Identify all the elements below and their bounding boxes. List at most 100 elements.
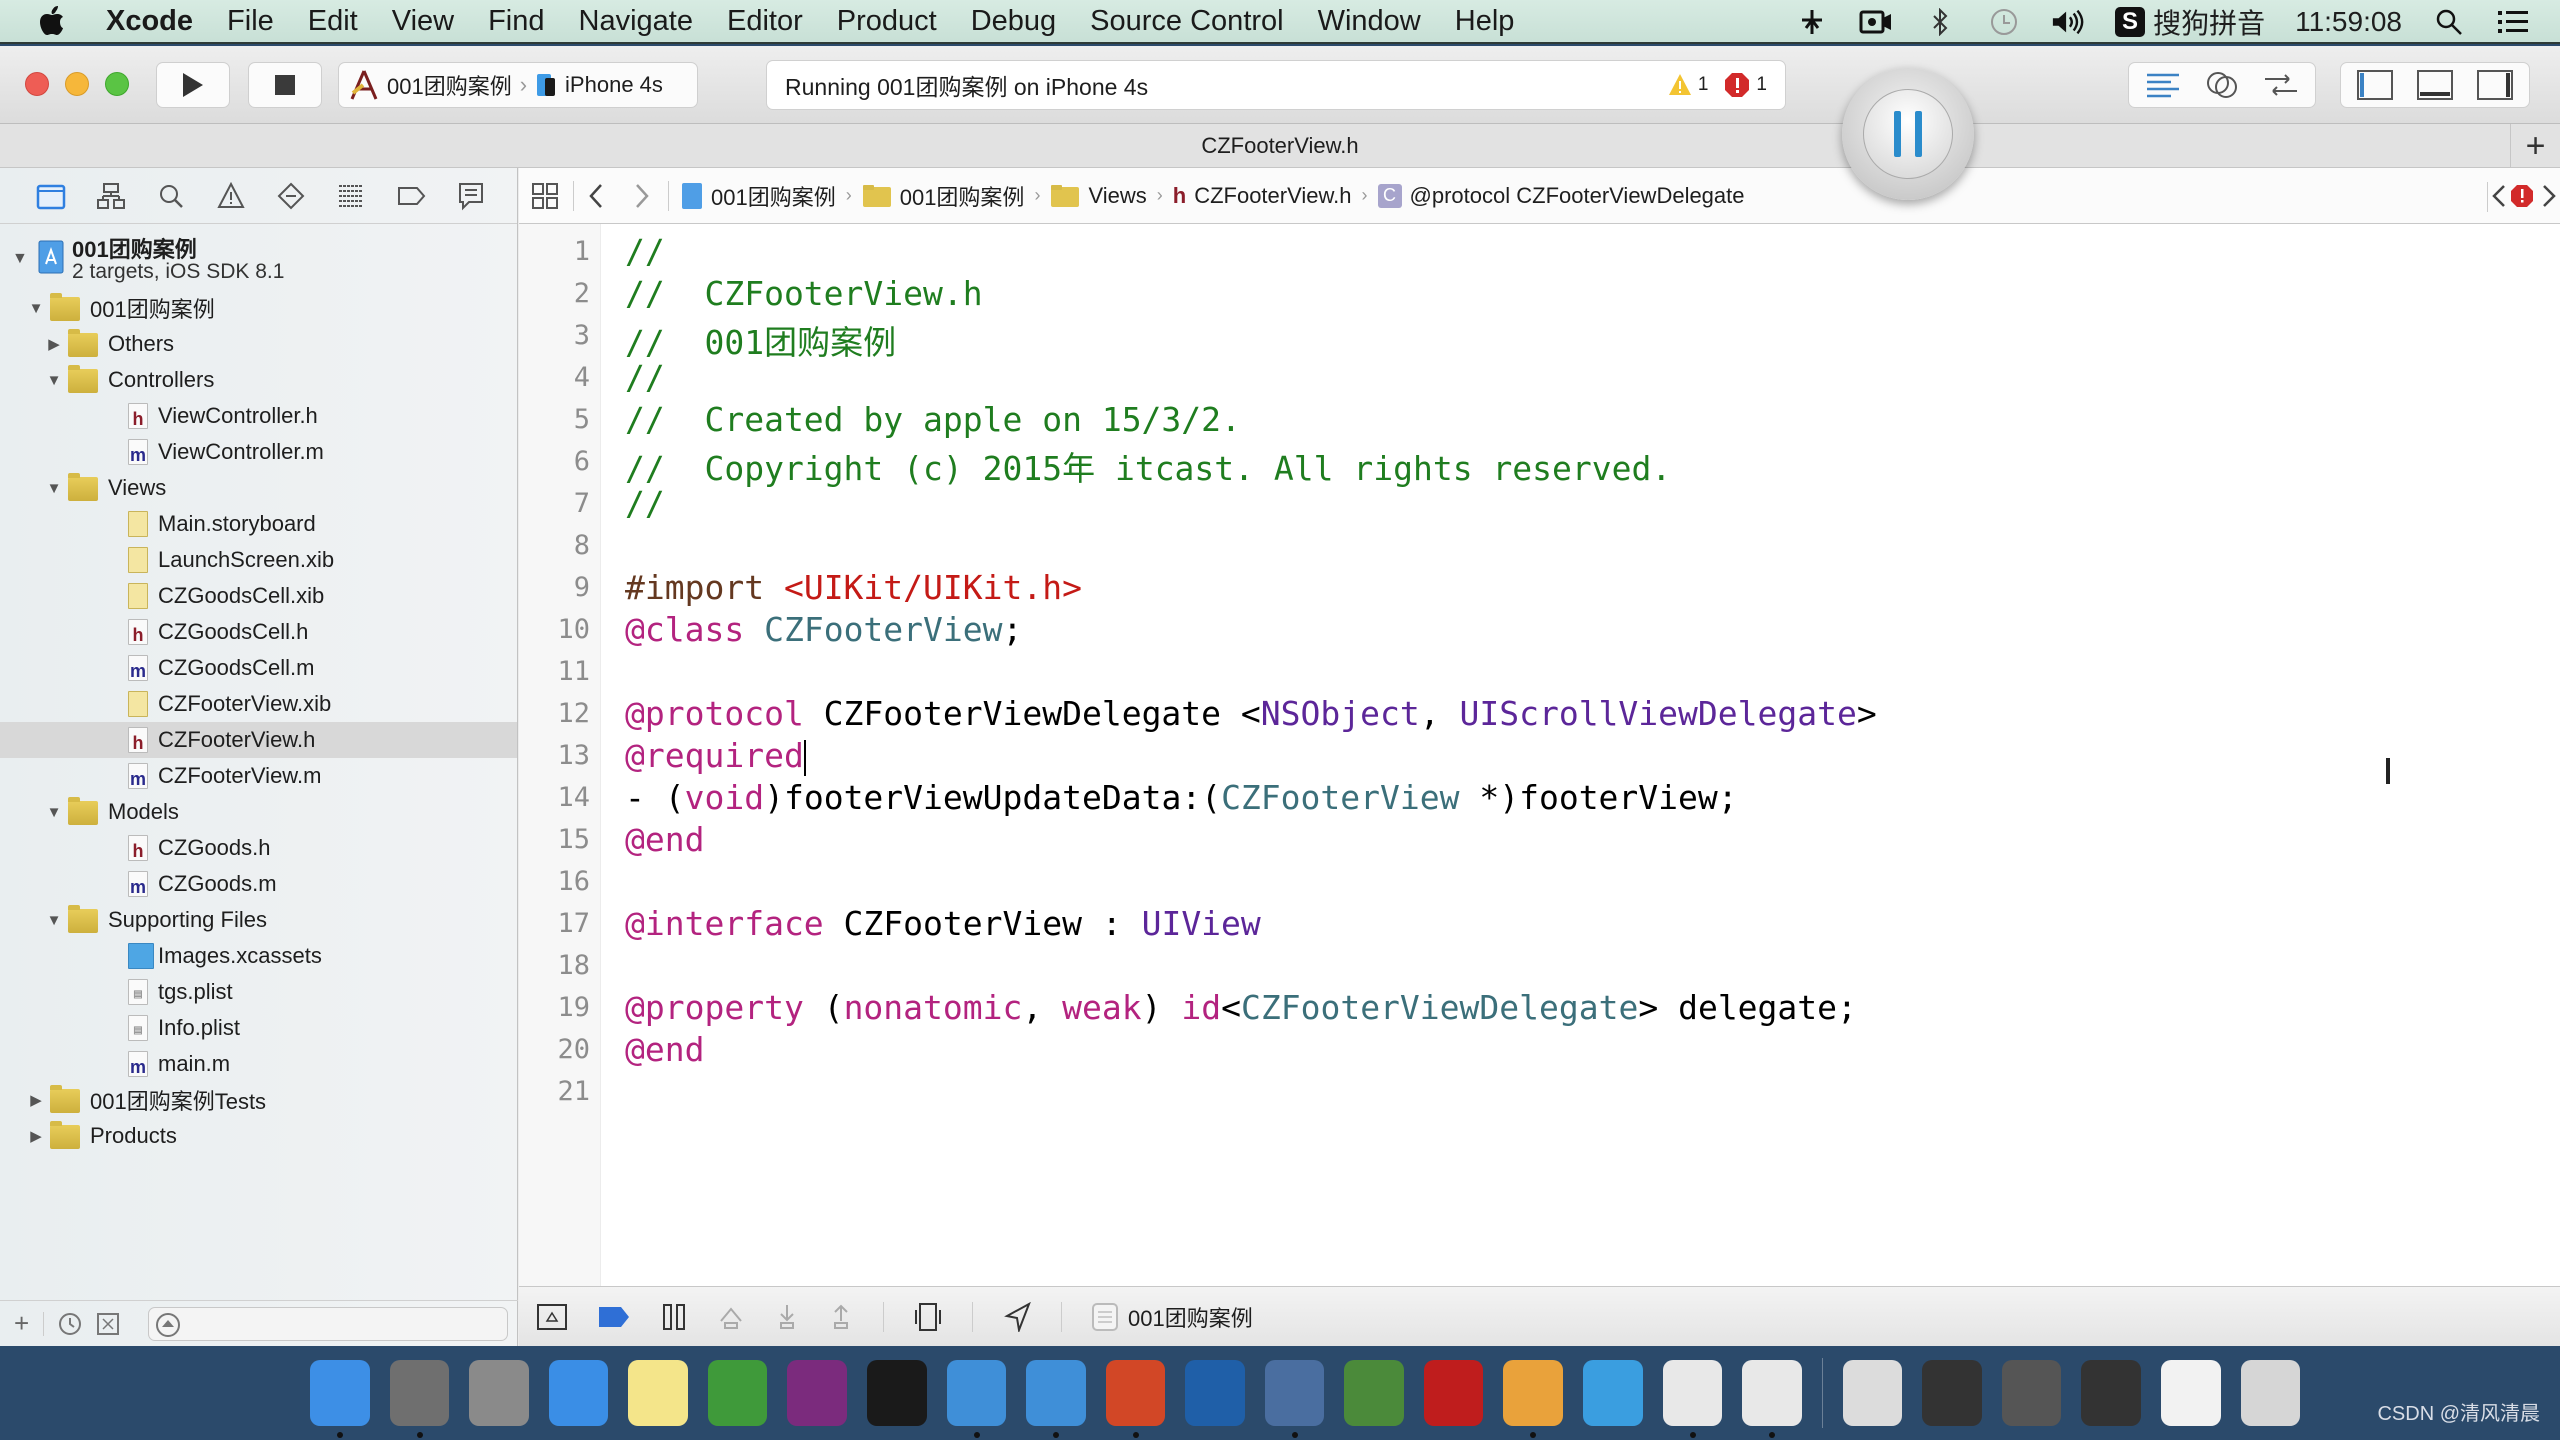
code-line[interactable]: @required xyxy=(625,736,806,776)
breakpoints-toggle-icon[interactable] xyxy=(597,1305,631,1329)
navigator-file-row[interactable]: m CZFooterView.m xyxy=(0,758,517,794)
next-issue-icon[interactable] xyxy=(2542,184,2556,208)
dock-app-launchpad-icon[interactable] xyxy=(469,1360,529,1426)
navigator-file-row[interactable]: m CZGoods.m xyxy=(0,866,517,902)
clock[interactable]: 11:59:08 xyxy=(2295,6,2402,38)
dock-app-xcode-icon[interactable] xyxy=(946,1360,1007,1438)
disclosure-triangle-closed-icon[interactable]: ▶ xyxy=(28,1092,44,1109)
code-line[interactable]: @end xyxy=(625,1030,704,1069)
dock-app-minimized-window-4-icon[interactable] xyxy=(2081,1360,2141,1426)
previous-issue-icon[interactable] xyxy=(2492,184,2506,208)
menu-product[interactable]: Product xyxy=(837,5,937,38)
menu-window[interactable]: Window xyxy=(1318,5,1421,38)
bluetooth-icon[interactable] xyxy=(1923,7,1957,37)
navigator-file-row[interactable]: ▤ Info.plist xyxy=(0,1010,517,1046)
dock-app-notes-icon[interactable] xyxy=(628,1360,688,1426)
breakpoint-navigator-tab-icon[interactable] xyxy=(394,179,428,213)
standard-editor-icon[interactable] xyxy=(2145,71,2181,99)
find-navigator-tab-icon[interactable] xyxy=(154,179,188,213)
code-line[interactable]: // Copyright (c) 2015年 itcast. All right… xyxy=(625,442,1671,490)
run-button[interactable] xyxy=(156,62,230,108)
source-control-filter-icon[interactable] xyxy=(96,1312,120,1336)
disclosure-triangle-open-icon[interactable]: ▼ xyxy=(46,480,62,497)
disclosure-triangle-closed-icon[interactable]: ▶ xyxy=(28,1128,44,1145)
volume-icon[interactable] xyxy=(2051,7,2085,37)
disclosure-triangle-open-icon[interactable]: ▼ xyxy=(46,372,62,389)
breadcrumb-file[interactable]: h CZFooterView.h xyxy=(1173,183,1352,209)
menu-xcode[interactable]: Xcode xyxy=(106,5,193,38)
related-items-icon[interactable] xyxy=(531,182,559,210)
dock-app-minimized-window-1-icon[interactable] xyxy=(1842,1360,1903,1426)
menu-help[interactable]: Help xyxy=(1455,5,1515,38)
add-file-button[interactable]: + xyxy=(14,1308,29,1339)
report-navigator-tab-icon[interactable] xyxy=(454,179,488,213)
navigator-group-row[interactable]: ▶ 001团购案例Tests xyxy=(0,1082,517,1118)
step-into-icon[interactable] xyxy=(775,1303,799,1331)
project-navigator-tab-icon[interactable] xyxy=(34,179,68,213)
dock-app-finder-icon[interactable] xyxy=(310,1360,370,1438)
dock-app-filezilla-icon[interactable] xyxy=(1423,1360,1484,1426)
scheme-selector[interactable]: 001团购案例 › iPhone 4s xyxy=(338,62,698,108)
menu-edit[interactable]: Edit xyxy=(308,5,358,38)
navigator-file-row[interactable]: LaunchScreen.xib xyxy=(0,542,517,578)
navigator-file-row[interactable]: h CZGoodsCell.h xyxy=(0,614,517,650)
disclosure-triangle-open-icon[interactable]: ▼ xyxy=(46,912,62,929)
code-line[interactable]: #import <UIKit/UIKit.h> xyxy=(625,568,1082,607)
disclosure-triangle-open-icon[interactable]: ▼ xyxy=(28,300,44,317)
issue-navigator-tab-icon[interactable] xyxy=(214,179,248,213)
dock-app-terminal-icon[interactable] xyxy=(866,1360,927,1426)
debugger-pause-overlay-button[interactable] xyxy=(1842,68,1974,200)
stop-button[interactable] xyxy=(248,62,322,108)
menu-navigate[interactable]: Navigate xyxy=(579,5,693,38)
navigator-file-row[interactable]: CZGoodsCell.xib xyxy=(0,578,517,614)
breadcrumb-project[interactable]: 001团购案例 xyxy=(681,180,836,212)
code-line[interactable]: @protocol CZFooterViewDelegate <NSObject… xyxy=(625,694,1877,733)
dock-app-word-app-icon[interactable] xyxy=(1583,1360,1643,1426)
menu-editor[interactable]: Editor xyxy=(727,5,803,38)
dock-app-snip-icon[interactable] xyxy=(1185,1360,1245,1426)
code-area[interactable]: //// CZFooterView.h// 001团购案例//// Create… xyxy=(625,224,2560,1286)
navigator-file-row[interactable]: ▤ tgs.plist xyxy=(0,974,517,1010)
debug-view-hierarchy-icon[interactable] xyxy=(914,1302,942,1332)
notification-center-icon[interactable] xyxy=(2496,7,2530,37)
breadcrumb-group[interactable]: 001团购案例 xyxy=(862,180,1024,212)
navigator-file-row[interactable]: m ViewController.m xyxy=(0,434,517,470)
navigator-file-row[interactable]: CZFooterView.xib xyxy=(0,686,517,722)
dock-app-video-converter-icon[interactable] xyxy=(1264,1360,1325,1438)
dock-app-paw-icon[interactable] xyxy=(1503,1360,1563,1438)
disclosure-triangle-open-icon[interactable]: ▼ xyxy=(46,804,62,821)
dock-app-minimized-window-2-icon[interactable] xyxy=(1922,1360,1982,1426)
dock-app-powerpoint-icon[interactable] xyxy=(1105,1360,1166,1438)
add-tab-button[interactable]: + xyxy=(2510,124,2560,168)
navigator-group-row[interactable]: ▼ Models xyxy=(0,794,517,830)
spotlight-icon[interactable] xyxy=(2432,7,2466,37)
menu-debug[interactable]: Debug xyxy=(971,5,1056,38)
go-back-icon[interactable] xyxy=(588,183,604,209)
recent-files-filter-icon[interactable] xyxy=(58,1312,82,1336)
navigator-group-row[interactable]: ▶ Products xyxy=(0,1118,517,1154)
dock-app-safari-icon[interactable] xyxy=(548,1360,609,1426)
dock-app-excel-icon[interactable] xyxy=(707,1360,768,1426)
issue-badges[interactable]: 1 1 xyxy=(1668,72,1767,98)
code-line[interactable]: @interface CZFooterView : UIView xyxy=(625,904,1261,943)
process-selector[interactable]: 001团购案例 xyxy=(1092,1301,1253,1333)
breadcrumb-views[interactable]: Views xyxy=(1050,183,1147,209)
symbol-navigator-tab-icon[interactable] xyxy=(94,179,128,213)
navigator-file-row[interactable]: h ViewController.h xyxy=(0,398,517,434)
dock-app-instruments-doc-1-icon[interactable] xyxy=(1662,1360,1723,1438)
time-machine-icon[interactable] xyxy=(1987,7,2021,37)
minimize-window-button[interactable] xyxy=(65,72,89,96)
tab-czfooterview-h[interactable]: CZFooterView.h xyxy=(1201,133,1358,159)
activity-viewer[interactable]: Running 001团购案例 on iPhone 4s 1 1 xyxy=(766,60,1786,110)
menu-view[interactable]: View xyxy=(392,5,454,38)
code-line[interactable]: // CZFooterView.h xyxy=(625,274,983,313)
navigator-group-row[interactable]: ▼ Controllers xyxy=(0,362,517,398)
navigator-file-row[interactable]: Images.xcassets xyxy=(0,938,517,974)
go-forward-icon[interactable] xyxy=(634,183,650,209)
code-line[interactable]: // Created by apple on 15/3/2. xyxy=(625,400,1241,439)
navigator-file-row[interactable]: m main.m xyxy=(0,1046,517,1082)
dock-app-minimized-window-5-icon[interactable] xyxy=(2160,1360,2221,1426)
zoom-window-button[interactable] xyxy=(105,72,129,96)
error-issue-icon[interactable] xyxy=(2510,184,2534,208)
menu-source-control[interactable]: Source Control xyxy=(1090,5,1283,38)
